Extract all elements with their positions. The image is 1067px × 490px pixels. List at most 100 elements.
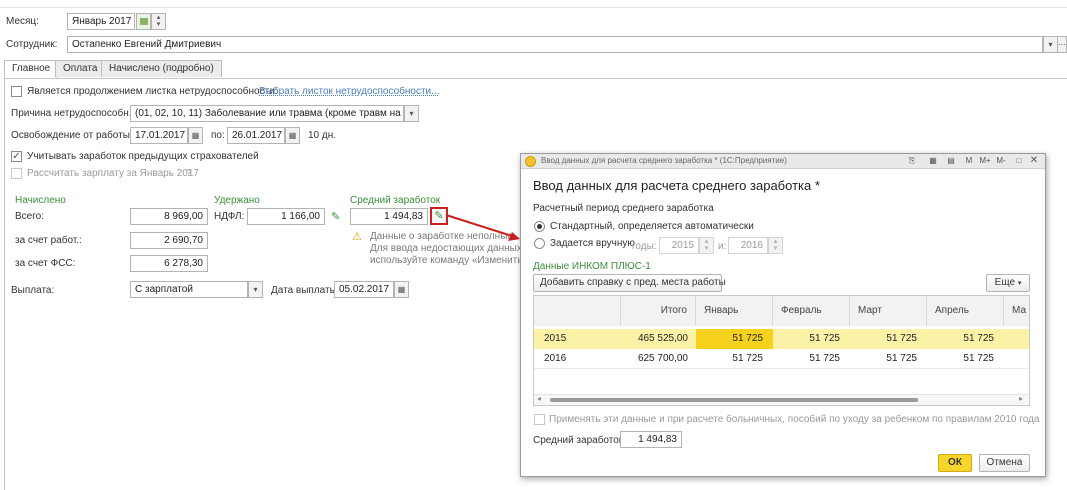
close-icon[interactable]: ✕ — [1028, 155, 1040, 167]
reason-label: Причина нетрудоспособн.: — [11, 108, 135, 119]
dialog-titlebar: Ввод данных для расчета среднего заработ… — [521, 154, 1045, 169]
highlight-arrow — [445, 214, 520, 241]
memory-minus-button[interactable]: M- — [994, 155, 1008, 167]
month-field[interactable]: Январь 2017 — [67, 13, 135, 30]
warning-icon: ⚠ — [352, 231, 362, 243]
maximize-icon[interactable]: □ — [1013, 155, 1025, 167]
calendar-icon — [139, 18, 148, 25]
avg-earnings-dialog: Ввод данных для расчета среднего заработ… — [520, 153, 1046, 477]
month-stepper[interactable]: ▴ ▾ — [151, 13, 166, 30]
release-to-label: по: — [211, 130, 225, 141]
period-label: Расчетный период среднего заработка — [533, 203, 714, 214]
row-2016-feb: 51 725 — [809, 353, 840, 364]
more-button-label: Еще — [994, 277, 1016, 288]
release-from-field[interactable]: 17.01.2017 — [130, 127, 188, 144]
release-to-field[interactable]: 26.01.2017 — [227, 127, 285, 144]
ndfl-label: НДФЛ: — [214, 211, 245, 222]
payout-dropdown-button[interactable]: ▾ — [248, 281, 263, 298]
prev-employers-checkbox[interactable]: ✓ — [11, 151, 22, 162]
year-from-field[interactable]: 2015 — [659, 237, 699, 254]
row-2015-feb: 51 725 — [809, 333, 840, 344]
calculator-icon[interactable]: ▦ — [927, 155, 939, 167]
pay-date-field[interactable]: 05.02.2017 — [334, 281, 394, 298]
scroll-left-icon[interactable]: ◂ — [537, 394, 541, 403]
total-field: 8 969,00 — [130, 208, 208, 225]
more-button[interactable]: Еще ▾ — [986, 274, 1030, 292]
accrued-heading: Начислено — [15, 195, 66, 206]
calc-salary-help[interactable]: ? — [186, 168, 192, 179]
total-label: Всего: — [15, 211, 44, 222]
tab-main[interactable]: Главное — [4, 60, 59, 78]
apply-2010-rules-checkbox[interactable] — [534, 414, 545, 425]
select-sheet-link[interactable]: Выбрать листок нетрудоспособности... — [259, 86, 439, 97]
row-2015-total: 465 525,00 — [637, 333, 688, 344]
add-certificate-button[interactable]: Добавить справку с пред. места работы — [533, 274, 726, 292]
release-to-calendar-button[interactable]: ▦ — [285, 127, 300, 144]
link-icon[interactable]: ⎘ — [906, 155, 918, 167]
top-border — [0, 7, 1067, 8]
year-to-field[interactable]: 2016 — [728, 237, 768, 254]
dialog-window-title: Ввод данных для расчета среднего заработ… — [541, 156, 787, 165]
avg-earnings-field: 1 494,83 — [350, 208, 428, 225]
grid-header-apr: Апрель — [927, 296, 1004, 326]
year-from-stepper[interactable]: ▴ ▾ — [699, 237, 714, 254]
apply-2010-rules-label: Применять эти данные и при расчете больн… — [549, 414, 1040, 425]
grid-scrollbar[interactable]: ◂ ▸ — [534, 394, 1029, 405]
row-2016-year: 2016 — [544, 353, 567, 364]
radio-manual-label: Задается вручную — [550, 238, 635, 249]
release-from-calendar-button[interactable]: ▦ — [188, 127, 203, 144]
pay-date-calendar-button[interactable]: ▦ — [394, 281, 409, 298]
reason-select[interactable]: (01, 02, 10, 11) Заболевание или травма … — [130, 105, 404, 122]
row-2015-mar: 51 725 — [886, 333, 917, 344]
employee-open-button[interactable]: ⋯ — [1057, 36, 1067, 53]
release-label: Освобождение от работы с: — [11, 130, 141, 141]
year-and-label: и: — [718, 241, 727, 252]
calendar-icon[interactable]: ▤ — [945, 155, 957, 167]
tab-payment[interactable]: Оплата — [55, 60, 106, 77]
warning-line-3: используйте команду «Изменить» — [370, 255, 529, 266]
fss-field: 6 278,30 — [130, 255, 208, 272]
grid-header-mar: Март — [850, 296, 927, 326]
tab-accrued-detail[interactable]: Начислено (подробно) — [101, 60, 222, 77]
ok-button[interactable]: ОК — [938, 454, 972, 472]
month-calendar-button[interactable] — [136, 13, 151, 30]
days-count: 10 дн. — [308, 130, 337, 141]
radio-standard[interactable] — [534, 221, 545, 232]
years-label: годы: — [632, 241, 657, 252]
dialog-avg-field: 1 494,83 — [620, 431, 682, 448]
employee-dropdown-button[interactable]: ▾ — [1043, 36, 1058, 53]
row-2015-year: 2015 — [544, 333, 567, 344]
month-label: Месяц: — [6, 16, 39, 27]
dialog-heading: Ввод данных для расчета среднего заработ… — [533, 178, 820, 193]
fss-label: за счет ФСС: — [15, 258, 76, 269]
continuation-checkbox[interactable] — [11, 86, 22, 97]
calc-salary-checkbox[interactable] — [11, 168, 22, 179]
reason-dropdown-button[interactable]: ▾ — [404, 105, 419, 122]
employer-label: за счет работ.: — [15, 235, 82, 246]
radio-manual[interactable] — [534, 238, 545, 249]
scroll-right-icon[interactable]: ▸ — [1019, 394, 1023, 403]
ndfl-edit-pencil-icon[interactable]: ✎ — [331, 210, 340, 223]
continuation-label: Является продолжением листка нетрудоспос… — [27, 86, 278, 97]
payout-label: Выплата: — [11, 285, 55, 296]
memory-button[interactable]: M — [963, 155, 975, 167]
chevron-down-icon: ▾ — [1017, 280, 1022, 287]
row-2016-total: 625 700,00 — [637, 353, 688, 364]
payout-select[interactable]: С зарплатой — [130, 281, 248, 298]
employee-field[interactable]: Остапенко Евгений Дмитриевич — [67, 36, 1043, 53]
scroll-thumb[interactable] — [550, 398, 918, 402]
grid-header-jan: Январь — [696, 296, 773, 326]
cancel-button[interactable]: Отмена — [979, 454, 1030, 472]
avg-earnings-heading: Средний заработок — [350, 195, 441, 206]
earnings-grid: Итого Январь Февраль Март Апрель Ма 2015… — [533, 295, 1030, 406]
grid-header-feb: Февраль — [773, 296, 850, 326]
row-2015-apr: 51 725 — [963, 333, 994, 344]
row-2016-apr: 51 725 — [963, 353, 994, 364]
app-logo-icon — [525, 156, 536, 167]
data-source-label: Данные ИНКОМ ПЛЮС-1 — [533, 261, 651, 272]
year-to-stepper[interactable]: ▴ ▾ — [768, 237, 783, 254]
withheld-heading: Удержано — [214, 195, 260, 206]
memory-plus-button[interactable]: M+ — [977, 155, 993, 167]
calc-salary-label: Рассчитать зарплату за Январь 2017 — [27, 168, 199, 179]
prev-employers-label: Учитывать заработок предыдущих страховат… — [27, 151, 259, 162]
